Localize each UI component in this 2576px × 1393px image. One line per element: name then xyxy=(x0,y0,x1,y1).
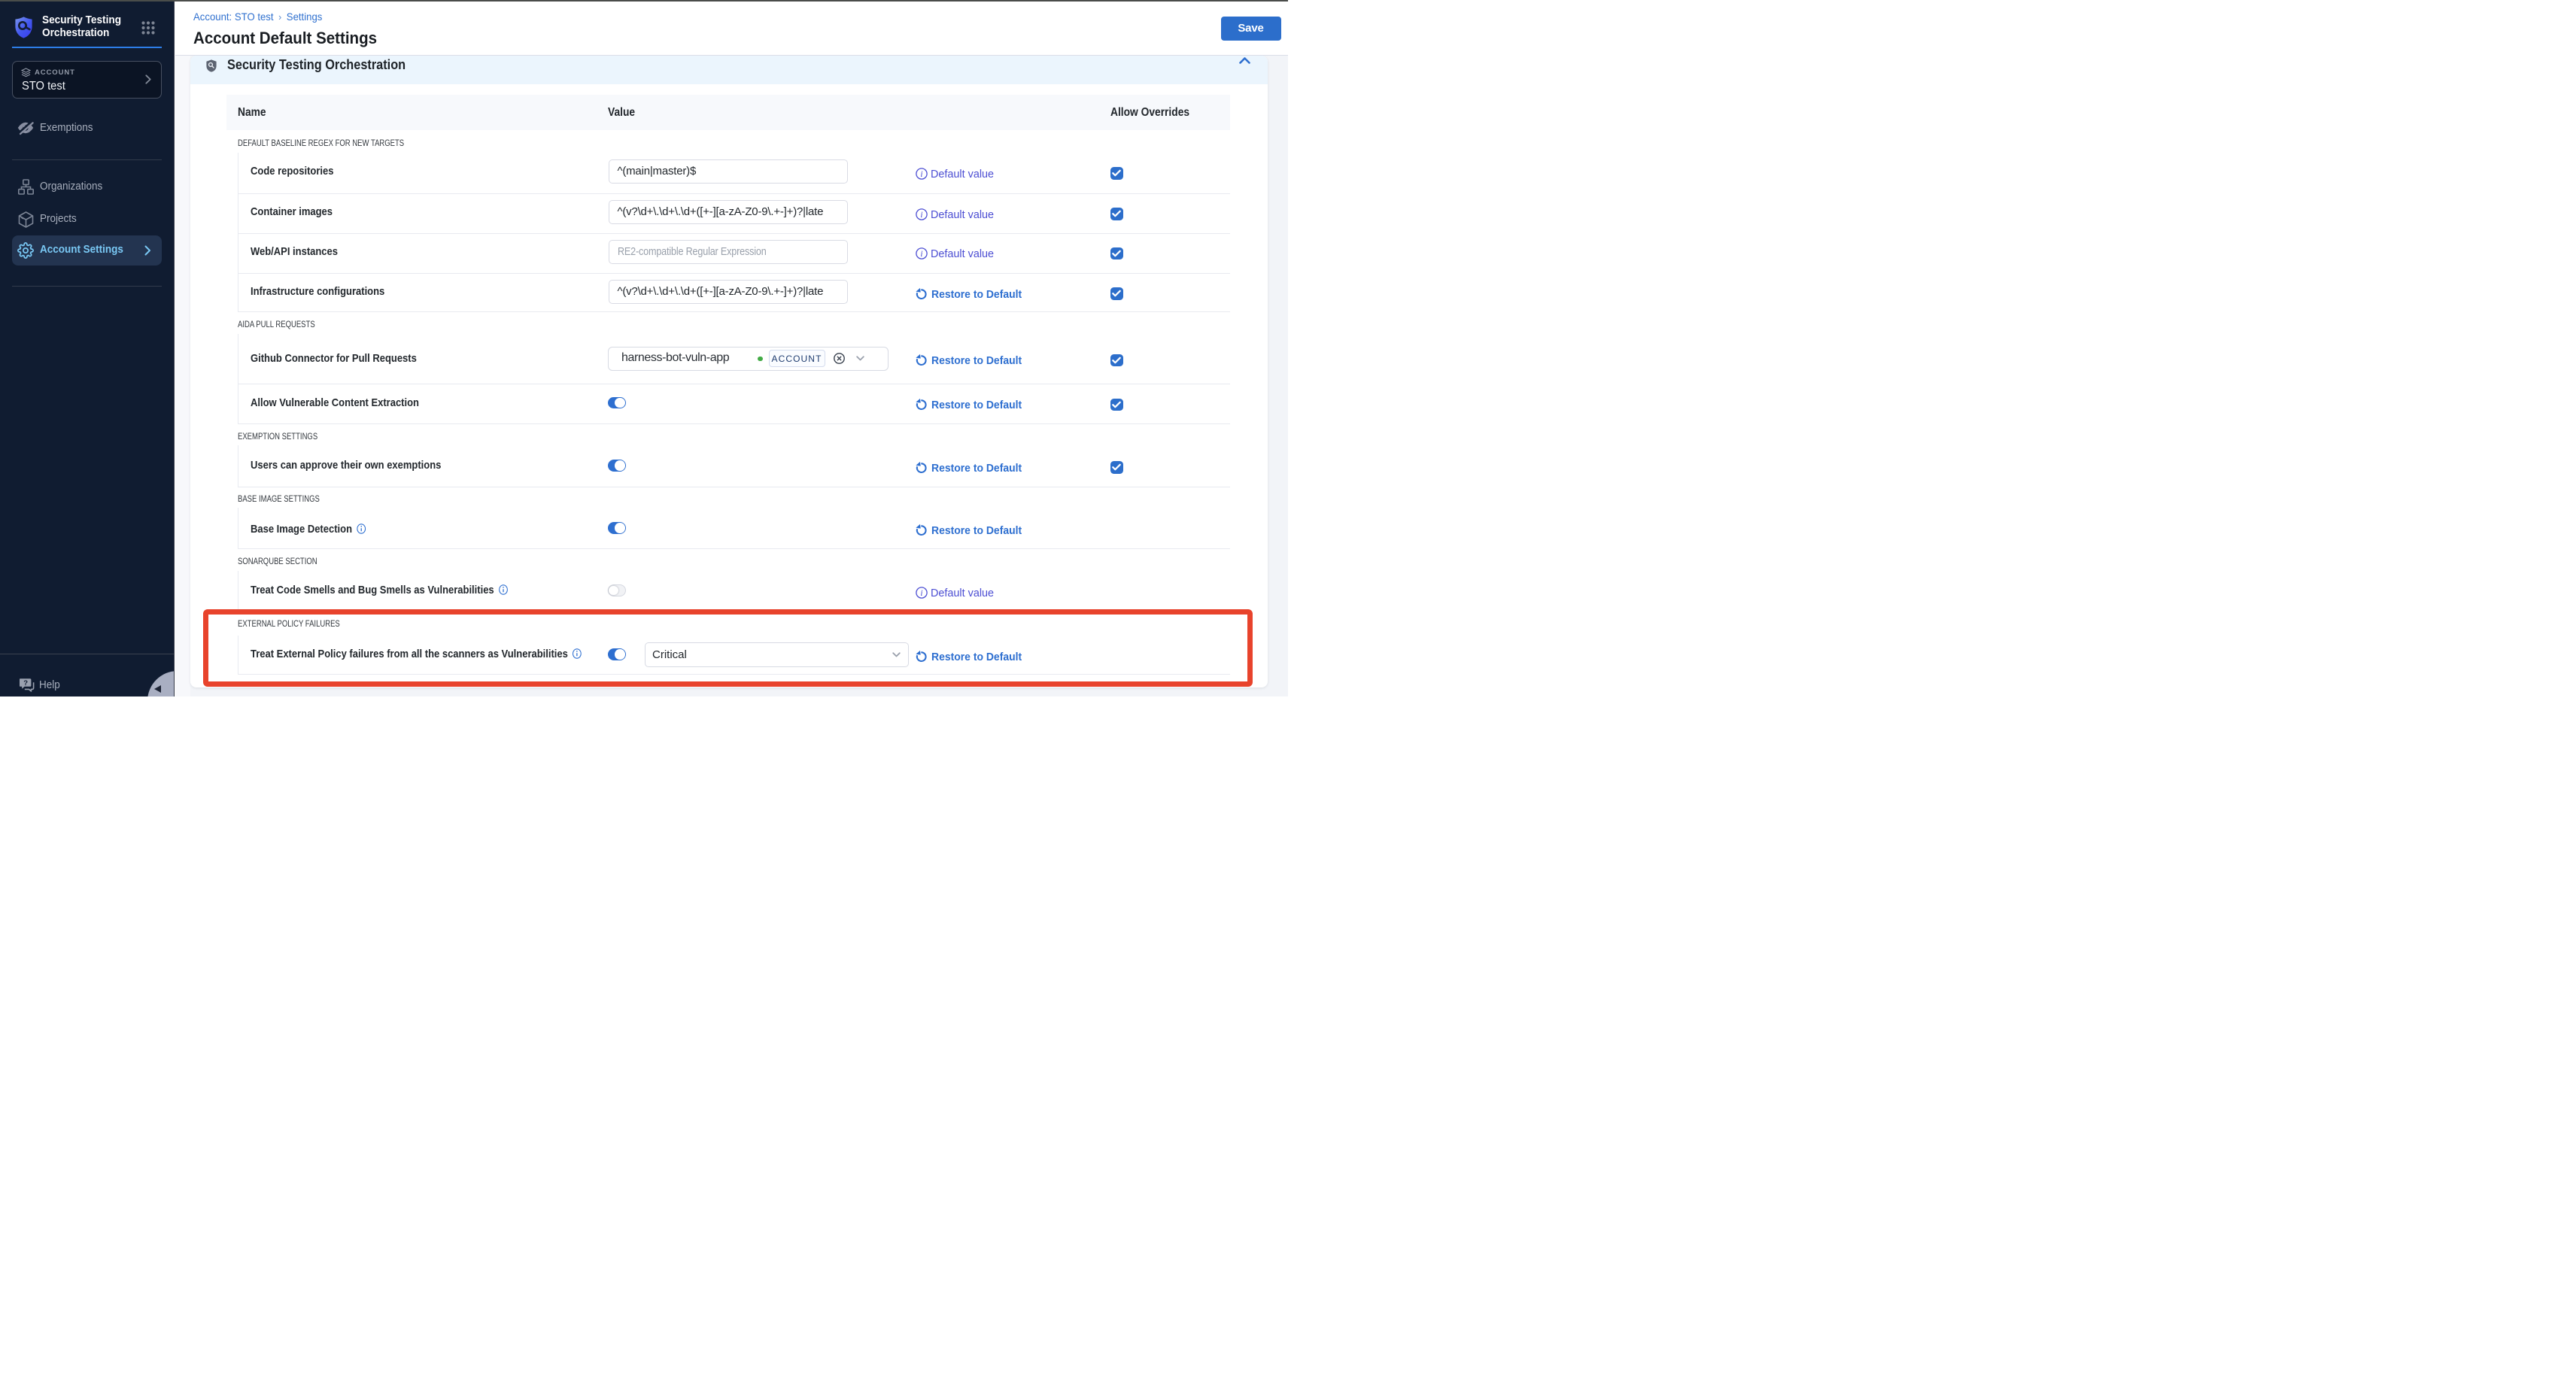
svg-text:i: i xyxy=(920,210,922,219)
svg-text:i: i xyxy=(920,169,922,178)
svg-text:i: i xyxy=(920,588,922,597)
svg-text:?: ? xyxy=(23,679,28,687)
svg-text:i: i xyxy=(920,250,922,259)
